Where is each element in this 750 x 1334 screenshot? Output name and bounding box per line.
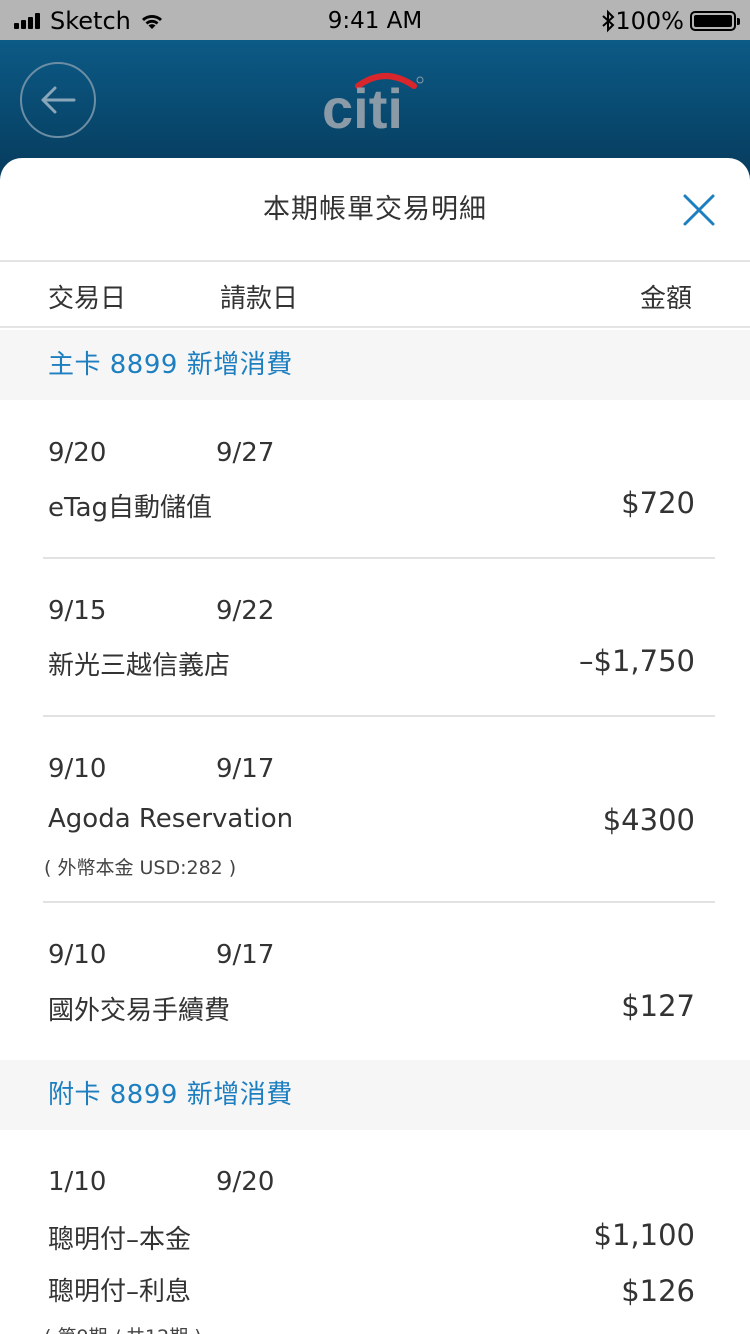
transaction-row[interactable]: 9/20 9/27 eTag自動儲值 $720 <box>0 400 750 558</box>
txn-date: 9/15 <box>48 596 107 626</box>
txn-amount-secondary: $126 <box>621 1274 695 1308</box>
txn-desc: 聰明付–本金 <box>48 1225 192 1255</box>
post-date: 9/27 <box>216 438 275 468</box>
txn-date: 9/10 <box>48 754 107 784</box>
sheet-title: 本期帳單交易明細 <box>263 194 487 225</box>
txn-note: ( 第9期 / 共12期 ) <box>44 1322 202 1334</box>
status-bar: Sketch 9:41 AM 100% <box>0 0 750 40</box>
post-date: 9/17 <box>216 754 275 784</box>
txn-desc: 新光三越信義店 <box>48 651 231 681</box>
txn-desc-secondary: 聰明付–利息 <box>48 1277 192 1307</box>
col-amount: 金額 <box>639 284 692 314</box>
txn-amount: –$1,750 <box>579 644 695 678</box>
txn-desc: 國外交易手續費 <box>48 996 231 1026</box>
back-arrow-icon <box>41 86 76 114</box>
post-date: 9/20 <box>216 1167 275 1197</box>
transaction-row[interactable]: 9/10 9/17 Agoda Reservation $4300 ( 外幣本金… <box>0 717 750 901</box>
bluetooth-icon <box>602 9 615 33</box>
column-header: 交易日 請款日 金額 <box>0 260 750 328</box>
post-date: 9/22 <box>216 596 275 626</box>
post-date: 9/17 <box>216 940 275 970</box>
section-header-primary: 主卡 8899 新增消費 <box>0 330 750 400</box>
txn-amount: $127 <box>621 989 695 1023</box>
txn-desc: eTag自動儲值 <box>48 493 213 523</box>
battery-percent: 100% <box>615 7 684 35</box>
txn-date: 9/20 <box>48 438 107 468</box>
status-right: 100% <box>601 7 740 35</box>
txn-desc: Agoda Reservation <box>48 804 294 834</box>
txn-date: 1/10 <box>48 1167 107 1197</box>
transaction-row[interactable]: 9/15 9/22 新光三越信義店 –$1,750 <box>0 559 750 715</box>
statement-sheet: 本期帳單交易明細 交易日 請款日 金額 主卡 8899 新增消費 9/20 9/… <box>0 158 750 1334</box>
logo-text: citi <box>322 77 403 136</box>
transaction-row[interactable]: 9/10 9/17 國外交易手續費 $127 <box>0 903 750 1058</box>
citi-logo: citi <box>320 66 430 140</box>
close-icon[interactable] <box>682 193 716 227</box>
back-button[interactable] <box>20 62 96 138</box>
section-header-supplementary: 附卡 8899 新增消費 <box>0 1060 750 1130</box>
battery-icon <box>690 11 740 31</box>
transaction-row[interactable]: 1/10 9/20 聰明付–本金 $1,100 聰明付–利息 $126 ( 第9… <box>0 1130 750 1334</box>
txn-amount: $1,100 <box>593 1218 695 1252</box>
col-txn-date: 交易日 <box>48 284 127 314</box>
col-post-date: 請款日 <box>220 284 299 314</box>
txn-note: ( 外幣本金 USD:282 ) <box>44 857 237 879</box>
txn-amount: $720 <box>621 486 695 520</box>
txn-date: 9/10 <box>48 940 107 970</box>
txn-amount: $4300 <box>602 803 695 837</box>
